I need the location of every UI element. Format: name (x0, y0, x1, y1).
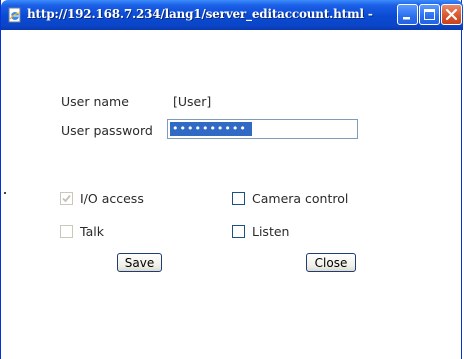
username-label: User name (61, 94, 129, 109)
close-button[interactable]: Close (306, 253, 356, 272)
edge-mark (4, 192, 6, 194)
minimize-button[interactable] (397, 4, 418, 25)
checkmark-icon (62, 194, 71, 203)
maximize-icon (424, 9, 435, 20)
title-bar[interactable]: http://192.168.7.234/lang1/server_editac… (1, 0, 463, 30)
talk-label: Talk (80, 224, 104, 239)
talk-checkbox[interactable] (60, 225, 73, 238)
listen-checkbox[interactable] (232, 225, 245, 238)
username-value: [User] (173, 94, 212, 109)
popup-window: http://192.168.7.234/lang1/server_editac… (0, 0, 463, 359)
camera-control-label: Camera control (252, 191, 349, 206)
password-selected-text: •••••••••• (170, 122, 252, 136)
close-icon (445, 8, 458, 21)
minimize-icon (403, 17, 410, 20)
save-button[interactable]: Save (117, 253, 162, 272)
io-access-checkbox[interactable] (60, 192, 73, 205)
io-access-label: I/O access (80, 191, 144, 206)
camera-control-checkbox[interactable] (232, 192, 245, 205)
listen-label: Listen (252, 224, 290, 239)
ie-page-icon (7, 7, 23, 23)
window-title: http://192.168.7.234/lang1/server_editac… (27, 7, 377, 21)
password-input[interactable]: •••••••••• (167, 119, 358, 139)
close-window-button[interactable] (441, 4, 462, 25)
maximize-button[interactable] (419, 4, 440, 25)
password-label: User password (61, 123, 153, 138)
